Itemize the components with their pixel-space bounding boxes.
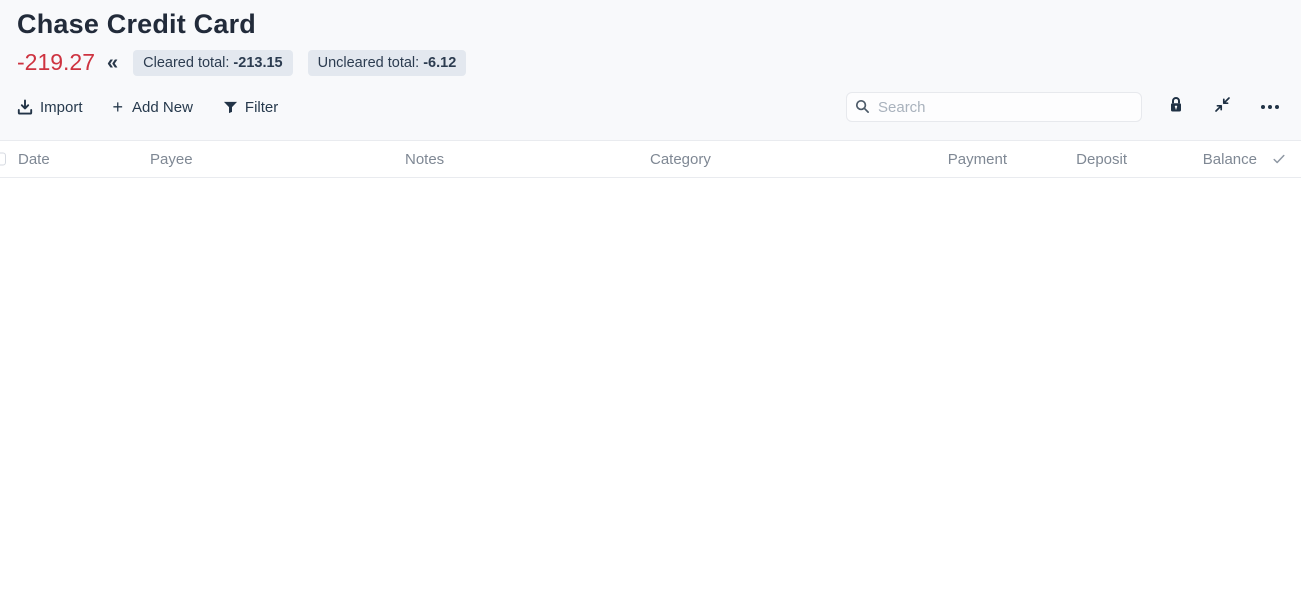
column-header-date: Date (18, 151, 150, 168)
column-header-cleared-check-icon[interactable] (1257, 152, 1301, 166)
filter-label: Filter (245, 99, 278, 116)
account-header: Chase Credit Card -219.27 « Cleared tota… (0, 0, 1301, 141)
toolbar: Import + Add New Filter (17, 92, 1283, 122)
lock-icon (1168, 96, 1184, 118)
add-new-button[interactable]: + Add New (113, 98, 193, 116)
column-header-notes: Notes (405, 151, 650, 168)
magnifier-icon (855, 99, 870, 119)
funnel-icon (223, 100, 238, 115)
import-button[interactable]: Import (17, 99, 83, 116)
cleared-total-value: -213.15 (233, 55, 282, 71)
cleared-total-label: Cleared total: (143, 55, 229, 71)
collapse-view-button[interactable] (1214, 96, 1231, 118)
import-label: Import (40, 99, 83, 116)
add-new-label: Add New (132, 99, 193, 116)
balance-row: -219.27 « Cleared total: -213.15 Unclear… (17, 49, 1283, 76)
ellipsis-icon (1261, 105, 1279, 109)
collapse-arrows-icon (1214, 96, 1231, 118)
uncleared-total-badge: Uncleared total: -6.12 (308, 50, 467, 76)
column-header-category: Category (650, 151, 893, 168)
account-balance: -219.27 (17, 49, 95, 76)
plus-icon: + (113, 98, 124, 116)
uncleared-total-value: -6.12 (423, 55, 456, 71)
uncleared-total-label: Uncleared total: (318, 55, 420, 71)
filter-button[interactable]: Filter (223, 99, 278, 116)
privacy-lock-button[interactable] (1168, 96, 1184, 118)
table-header: Date Payee Notes Category Payment Deposi… (0, 141, 1301, 178)
double-left-chevron-icon[interactable]: « (107, 53, 118, 73)
cleared-total-badge: Cleared total: -213.15 (133, 50, 292, 76)
column-header-payee: Payee (150, 151, 405, 168)
select-all-checkbox[interactable] (0, 153, 6, 166)
more-menu-button[interactable] (1261, 105, 1279, 109)
page-title[interactable]: Chase Credit Card (17, 9, 1283, 40)
download-icon (17, 99, 33, 115)
search-input[interactable] (846, 92, 1142, 122)
search-box (846, 92, 1142, 122)
column-header-payment: Payment (893, 151, 1007, 168)
column-header-balance: Balance (1127, 151, 1257, 168)
column-header-deposit: Deposit (1007, 151, 1127, 168)
